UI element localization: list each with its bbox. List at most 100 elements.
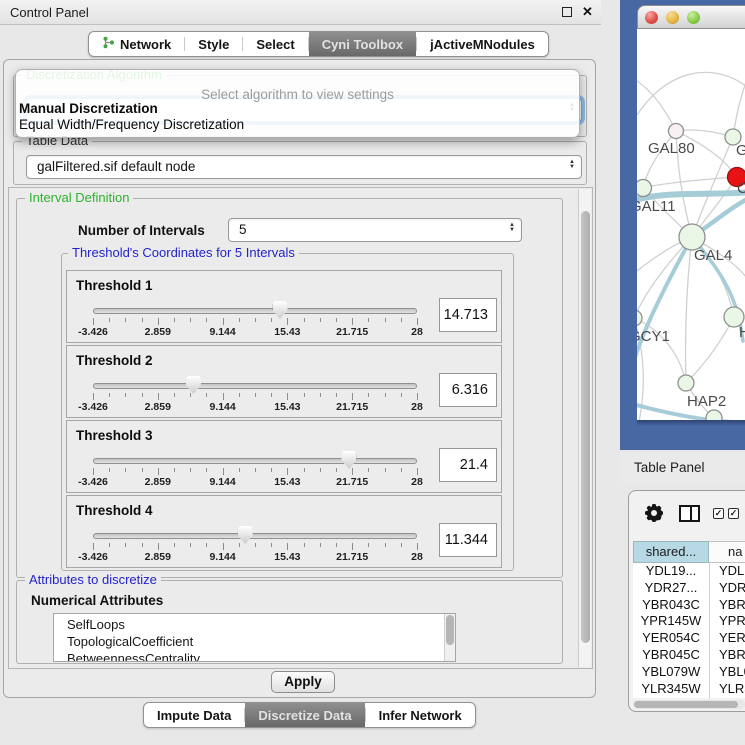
table-row[interactable]: YDL19...YDL1 xyxy=(633,563,745,580)
tick-mark xyxy=(93,318,94,325)
table-row[interactable]: YLR345WYLR3 xyxy=(633,681,745,698)
table-row[interactable]: YPR145WYPR1 xyxy=(633,613,745,630)
tick-label: 2.859 xyxy=(132,401,184,413)
checkbox-icon[interactable]: ✓ xyxy=(713,508,724,519)
tick-mark xyxy=(190,318,191,322)
slider-thumb[interactable] xyxy=(238,526,253,544)
tick-mark xyxy=(158,543,159,550)
network-node[interactable] xyxy=(706,410,722,420)
tick-mark xyxy=(255,318,256,322)
tick-label: 28 xyxy=(391,326,443,338)
float-window-icon[interactable] xyxy=(562,7,572,17)
tick-mark xyxy=(174,318,175,322)
tab-network[interactable]: Network xyxy=(89,32,184,56)
table-row[interactable]: YIL052CYIL0 xyxy=(633,697,745,698)
scrollbar-thumb[interactable] xyxy=(581,211,590,643)
threshold-value-field[interactable]: 21.4 xyxy=(439,448,497,482)
table-horizontal-scrollbar[interactable] xyxy=(633,700,745,709)
slider-track[interactable] xyxy=(93,458,417,464)
algorithm-option[interactable]: Manual Discretization xyxy=(19,101,158,116)
attribute-item[interactable]: SelfLoops xyxy=(54,616,455,633)
tick-label: 9.144 xyxy=(197,551,249,563)
column-header-name[interactable]: na xyxy=(709,541,745,563)
tick-mark xyxy=(255,543,256,547)
tick-mark xyxy=(401,543,402,547)
tick-label: 15.43 xyxy=(261,401,313,413)
number-of-intervals-combobox[interactable]: 5 ▲▼ xyxy=(228,218,522,242)
table-data-combobox[interactable]: galFiltered.sif default node ▲▼ xyxy=(26,155,582,179)
tick-mark xyxy=(287,468,288,475)
threshold-label: Threshold 1 xyxy=(76,278,153,293)
cell-shared-name: YBR045C xyxy=(633,647,709,664)
tick-mark xyxy=(336,393,337,397)
table-row[interactable]: YBL079WYBL0 xyxy=(633,664,745,681)
tick-label: 21.715 xyxy=(326,326,378,338)
tick-mark xyxy=(142,318,143,322)
table-row[interactable]: YBR045CYBR0 xyxy=(633,647,745,664)
tick-label: 28 xyxy=(391,476,443,488)
scrollbar-thumb[interactable] xyxy=(446,615,454,645)
column-header-shared-name[interactable]: shared... xyxy=(633,541,709,563)
slider-thumb[interactable] xyxy=(186,376,201,394)
table-row[interactable]: YER054CYER0 xyxy=(633,630,745,647)
tick-label: 9.144 xyxy=(197,401,249,413)
tab-cyni-toolbox[interactable]: Cyni Toolbox xyxy=(309,32,416,56)
gear-icon[interactable] xyxy=(644,503,664,523)
tick-mark xyxy=(368,468,369,472)
cell-name: YBR0 xyxy=(709,597,745,614)
threshold-value-field[interactable]: 6.316 xyxy=(439,373,497,407)
slider-thumb[interactable] xyxy=(273,301,288,319)
apply-button[interactable]: Apply xyxy=(271,671,335,693)
tick-label: 2.859 xyxy=(132,326,184,338)
network-node[interactable] xyxy=(637,180,652,197)
settings-scroll-area: Interval Definition Number of Intervals … xyxy=(8,187,593,669)
attributes-scrollbar[interactable] xyxy=(444,614,455,661)
tick-mark xyxy=(109,543,110,547)
close-icon[interactable]: ✕ xyxy=(582,4,593,20)
split-table-icon[interactable] xyxy=(679,505,700,522)
tick-mark xyxy=(142,468,143,472)
algorithm-option[interactable]: Equal Width/Frequency Discretization xyxy=(19,117,244,132)
tick-mark xyxy=(304,393,305,397)
settings-vertical-scrollbar[interactable] xyxy=(578,189,591,667)
network-view-canvas[interactable]: GAL80GACGAL11GAL4GCY1HHAP2 xyxy=(637,29,745,420)
slider-track[interactable] xyxy=(93,383,417,389)
network-node[interactable] xyxy=(669,124,684,139)
network-node[interactable] xyxy=(637,310,642,326)
tab-discretize-data[interactable]: Discretize Data xyxy=(245,703,364,727)
tab-infer-network[interactable]: Infer Network xyxy=(366,703,475,727)
node-label: GAL4 xyxy=(694,247,732,264)
threshold-panel: Threshold 2-3.4262.8599.14415.4321.71528… xyxy=(66,345,502,418)
tab-label: Network xyxy=(120,37,171,52)
network-node[interactable] xyxy=(678,375,694,391)
network-graph[interactable]: GAL80GACGAL11GAL4GCY1HHAP2 xyxy=(637,29,745,420)
slider-track[interactable] xyxy=(93,533,417,539)
close-traffic-light-icon[interactable] xyxy=(645,11,658,24)
slider-track[interactable] xyxy=(93,308,417,314)
scrollbar-thumb[interactable] xyxy=(634,701,738,708)
table-row[interactable]: YBR043CYBR0 xyxy=(633,597,745,614)
tab-style[interactable]: Style xyxy=(185,32,242,56)
control-panel-titlebar: Control Panel ✕ xyxy=(0,0,601,25)
attributes-listbox[interactable]: SelfLoopsTopologicalCoefficientBetweenne… xyxy=(53,613,456,662)
tab-select[interactable]: Select xyxy=(243,32,307,56)
zoom-traffic-light-icon[interactable] xyxy=(687,11,700,24)
attribute-item[interactable]: TopologicalCoefficient xyxy=(54,633,455,650)
threshold-value-field[interactable]: 11.344 xyxy=(439,523,497,557)
cell-shared-name: YDR27... xyxy=(633,580,709,597)
cyni-bottom-tabs: Impute DataDiscretize DataInfer Network xyxy=(143,702,476,728)
checkbox-icon[interactable]: ✓ xyxy=(728,508,739,519)
tab-impute-data[interactable]: Impute Data xyxy=(144,703,244,727)
threshold-value-field[interactable]: 14.713 xyxy=(439,298,497,332)
minimize-traffic-light-icon[interactable] xyxy=(666,11,679,24)
table-data-value: galFiltered.sif default node xyxy=(37,159,195,174)
tick-mark xyxy=(287,393,288,400)
tick-mark xyxy=(336,468,337,472)
tick-mark xyxy=(287,318,288,325)
network-window-titlebar[interactable] xyxy=(637,5,745,29)
table-row[interactable]: YDR27...YDR2 xyxy=(633,580,745,597)
combo-arrows-icon: ▲▼ xyxy=(569,160,575,170)
tab-jactivemnodules[interactable]: jActiveMNodules xyxy=(417,32,548,56)
slider-thumb[interactable] xyxy=(341,451,356,469)
attribute-item[interactable]: BetweennessCentrality xyxy=(54,650,455,662)
